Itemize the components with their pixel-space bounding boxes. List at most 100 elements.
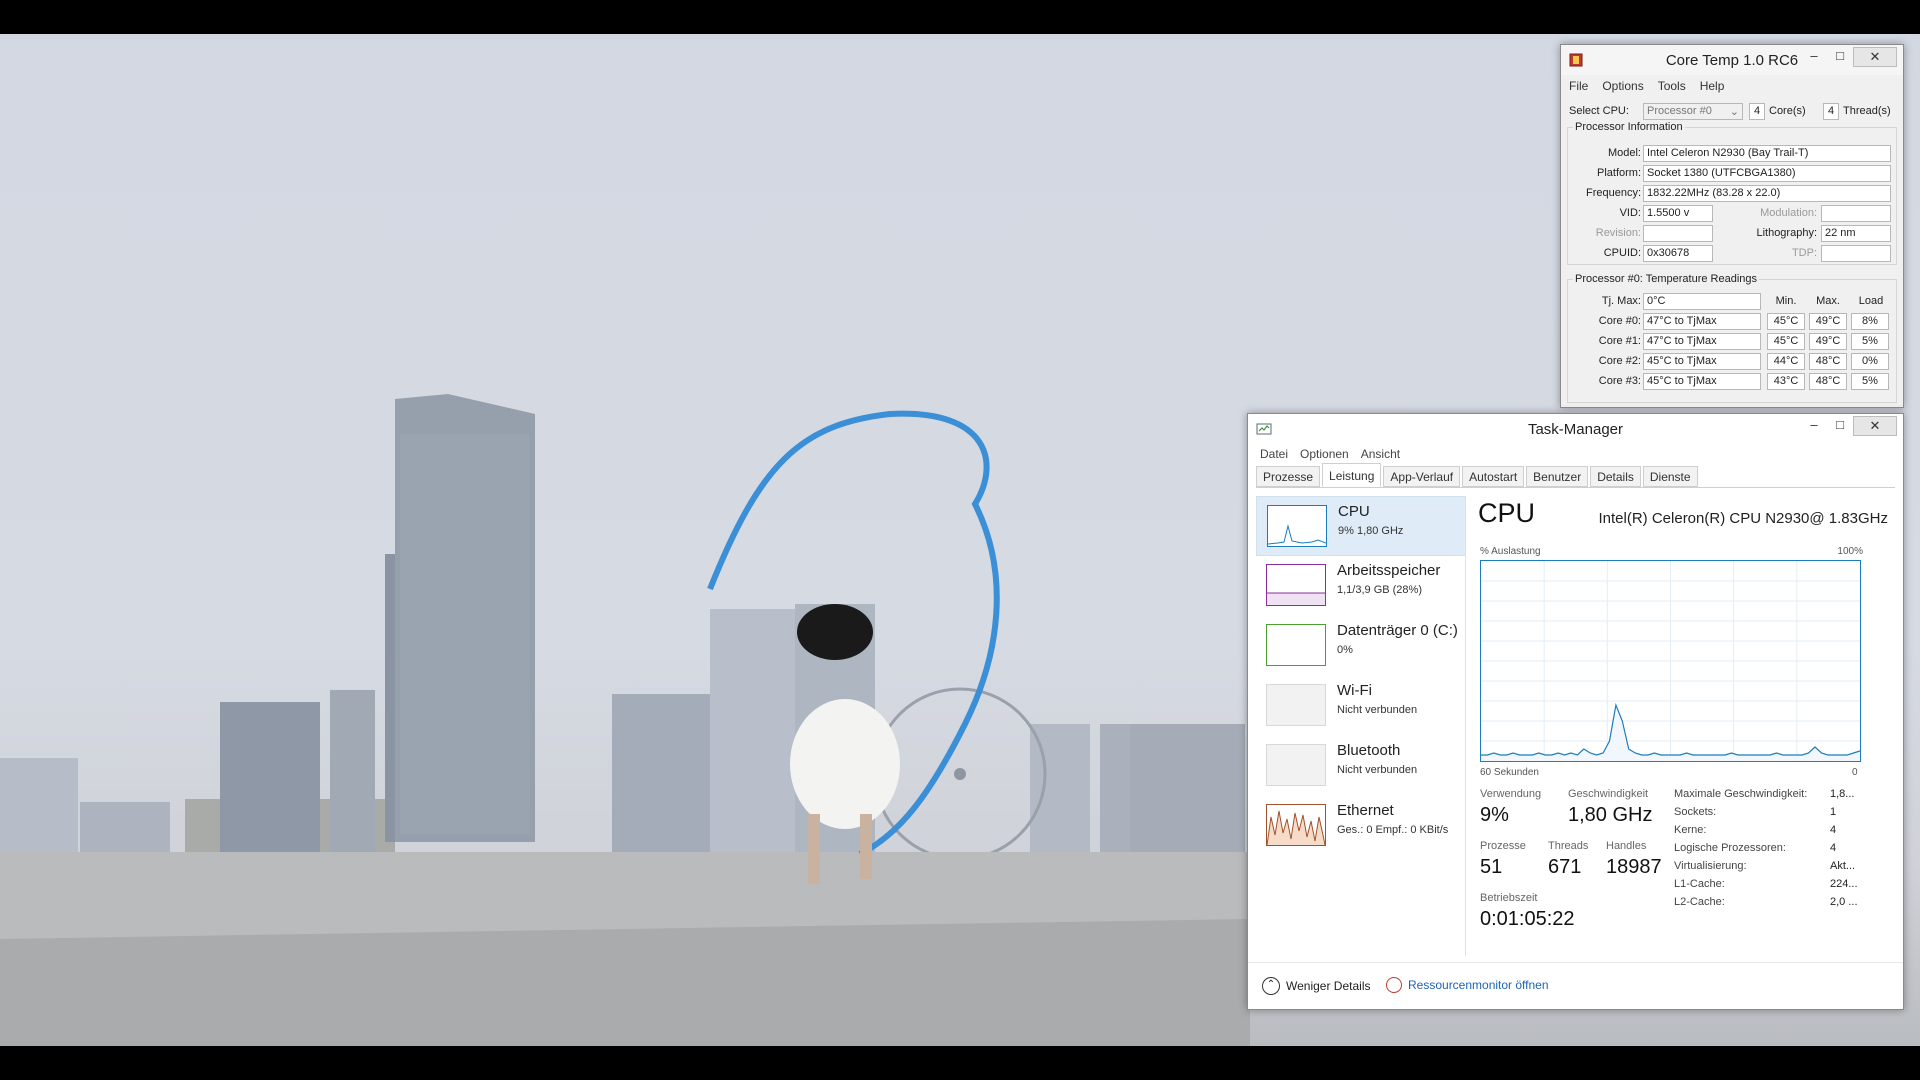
- cpu-usage-graph: [1480, 560, 1861, 762]
- menu-file[interactable]: File: [1569, 79, 1588, 93]
- sidebar-item-subtitle: 1,1/3,9 GB (28%): [1337, 584, 1422, 596]
- bluetooth-thumbnail: [1266, 744, 1326, 786]
- select-cpu-value: Processor #0: [1647, 105, 1712, 117]
- maximize-button[interactable]: □: [1827, 416, 1853, 436]
- tdp-value: [1821, 245, 1891, 262]
- resource-monitor-icon: [1386, 977, 1402, 993]
- cores-label: Core(s): [1769, 105, 1806, 117]
- menu-help[interactable]: Help: [1700, 79, 1725, 93]
- threads-count: 4: [1823, 103, 1839, 120]
- model-label: Model:: [1607, 147, 1641, 159]
- letterbox-top: [0, 0, 1920, 34]
- cpu-heading: CPU: [1478, 498, 1536, 528]
- util-axis-max: 100%: [1837, 546, 1863, 557]
- processes-value: 51: [1480, 856, 1503, 878]
- menu-optionen[interactable]: Optionen: [1300, 447, 1349, 463]
- model-value: Intel Celeron N2930 (Bay Trail-T): [1643, 145, 1891, 162]
- select-cpu-dropdown[interactable]: Processor #0 ⌄: [1643, 103, 1743, 120]
- chevron-up-icon: ⌃: [1262, 977, 1280, 995]
- sidebar-item-title: Bluetooth: [1337, 742, 1401, 759]
- tab-details[interactable]: Details: [1590, 466, 1641, 487]
- sidebar-item-subtitle: 9% 1,80 GHz: [1338, 525, 1404, 537]
- resource-monitor-link[interactable]: Ressourcenmonitor öffnen: [1386, 977, 1549, 993]
- minimize-button[interactable]: –: [1801, 47, 1827, 67]
- sidebar-item-disk[interactable]: Datenträger 0 (C:) 0%: [1256, 616, 1466, 676]
- sidebar-item-ethernet[interactable]: Ethernet Ges.: 0 Empf.: 0 KBit/s: [1256, 796, 1466, 856]
- handles-label: Handles: [1606, 840, 1647, 852]
- fewer-details-label: Weniger Details: [1286, 979, 1371, 993]
- detail-label: L1-Cache:: [1674, 878, 1725, 890]
- taskmanager-window: Task-Manager – □ ✕ Datei Optionen Ansich…: [1247, 413, 1904, 1010]
- taskmanager-footer: ⌃ Weniger Details Ressourcenmonitor öffn…: [1248, 962, 1903, 1006]
- cores-count: 4: [1749, 103, 1765, 120]
- core-max: 49°C: [1809, 313, 1847, 330]
- cpu-model-name: Intel(R) Celeron(R) CPU N2930@ 1.83GHz: [1598, 510, 1889, 527]
- core-max: 49°C: [1809, 333, 1847, 350]
- tjmax-value: 0°C: [1643, 293, 1761, 310]
- maximize-button[interactable]: □: [1827, 47, 1853, 67]
- cpuid-label: CPUID:: [1603, 247, 1641, 259]
- max-header: Max.: [1816, 295, 1840, 307]
- core-temp: 47°C to TjMax: [1643, 313, 1761, 330]
- uptime-label: Betriebszeit: [1480, 892, 1538, 904]
- coretemp-titlebar[interactable]: Core Temp 1.0 RC6 – □ ✕: [1561, 45, 1903, 75]
- detail-value: 2,0 ...: [1830, 896, 1858, 908]
- revision-label: Revision:: [1595, 227, 1641, 239]
- modulation-value: [1821, 205, 1891, 222]
- threads-label: Thread(s): [1843, 105, 1891, 117]
- sidebar-item-memory[interactable]: Arbeitsspeicher 1,1/3,9 GB (28%): [1256, 556, 1466, 616]
- detail-label: Logische Prozessoren:: [1674, 842, 1786, 854]
- tab-app-verlauf[interactable]: App-Verlauf: [1383, 466, 1461, 487]
- util-axis-label: % Auslastung: [1480, 546, 1541, 557]
- tab-bar: Prozesse Leistung App-Verlauf Autostart …: [1256, 463, 1700, 487]
- menu-options[interactable]: Options: [1602, 79, 1643, 93]
- detail-value: 1: [1830, 806, 1837, 818]
- usage-label: Verwendung: [1480, 788, 1542, 800]
- taskmanager-titlebar[interactable]: Task-Manager – □ ✕: [1248, 414, 1903, 444]
- menu-datei[interactable]: Datei: [1260, 447, 1288, 463]
- menu-tools[interactable]: Tools: [1658, 79, 1686, 93]
- cpuid-value: 0x30678: [1643, 245, 1713, 262]
- detail-value: 4: [1830, 842, 1837, 854]
- sidebar-divider: [1465, 496, 1466, 956]
- tab-leistung[interactable]: Leistung: [1322, 463, 1382, 487]
- tab-dienste[interactable]: Dienste: [1642, 466, 1698, 487]
- detail-value: 1,8...: [1830, 788, 1855, 800]
- core-max: 48°C: [1809, 373, 1847, 390]
- minimize-button[interactable]: –: [1801, 416, 1827, 436]
- core-min: 45°C: [1767, 333, 1805, 350]
- core-min: 43°C: [1767, 373, 1805, 390]
- modulation-label: Modulation:: [1760, 207, 1817, 219]
- core-max: 48°C: [1809, 353, 1847, 370]
- sidebar-item-wifi[interactable]: Wi-Fi Nicht verbunden: [1256, 676, 1466, 736]
- min-header: Min.: [1775, 295, 1797, 307]
- tab-prozesse[interactable]: Prozesse: [1256, 466, 1321, 487]
- sidebar-item-bluetooth[interactable]: Bluetooth Nicht verbunden: [1256, 736, 1466, 796]
- detail-value: Akt...: [1830, 860, 1856, 872]
- vid-label: VID:: [1619, 207, 1641, 219]
- processor-info-title: Processor Information: [1573, 121, 1685, 133]
- sidebar-item-subtitle: Nicht verbunden: [1337, 704, 1418, 716]
- sidebar-item-subtitle: Nicht verbunden: [1337, 764, 1418, 776]
- detail-label: Virtualisierung:: [1674, 860, 1747, 872]
- close-button[interactable]: ✕: [1853, 47, 1897, 67]
- vid-value: 1.5500 v: [1643, 205, 1713, 222]
- core-label: Core #3:: [1598, 375, 1641, 387]
- core-load: 5%: [1851, 373, 1889, 390]
- tab-autostart[interactable]: Autostart: [1462, 466, 1525, 487]
- core-load: 0%: [1851, 353, 1889, 370]
- sidebar-item-title: CPU: [1338, 503, 1370, 520]
- wifi-thumbnail: [1266, 684, 1326, 726]
- menu-ansicht[interactable]: Ansicht: [1361, 447, 1400, 463]
- sidebar-item-title: Ethernet: [1337, 802, 1394, 819]
- ethernet-thumbnail: [1266, 804, 1326, 846]
- resource-monitor-label: Ressourcenmonitor öffnen: [1408, 978, 1549, 992]
- tab-benutzer[interactable]: Benutzer: [1526, 466, 1589, 487]
- performance-sidebar: CPU 9% 1,80 GHz Arbeitsspeicher 1,1/3,9 …: [1256, 496, 1466, 856]
- close-button[interactable]: ✕: [1853, 416, 1897, 436]
- fewer-details-button[interactable]: ⌃ Weniger Details: [1262, 977, 1370, 995]
- sidebar-item-cpu[interactable]: CPU 9% 1,80 GHz: [1256, 496, 1466, 556]
- disk-thumbnail: [1266, 624, 1326, 666]
- platform-label: Platform:: [1596, 167, 1641, 179]
- platform-value: Socket 1380 (UTFCBGA1380): [1643, 165, 1891, 182]
